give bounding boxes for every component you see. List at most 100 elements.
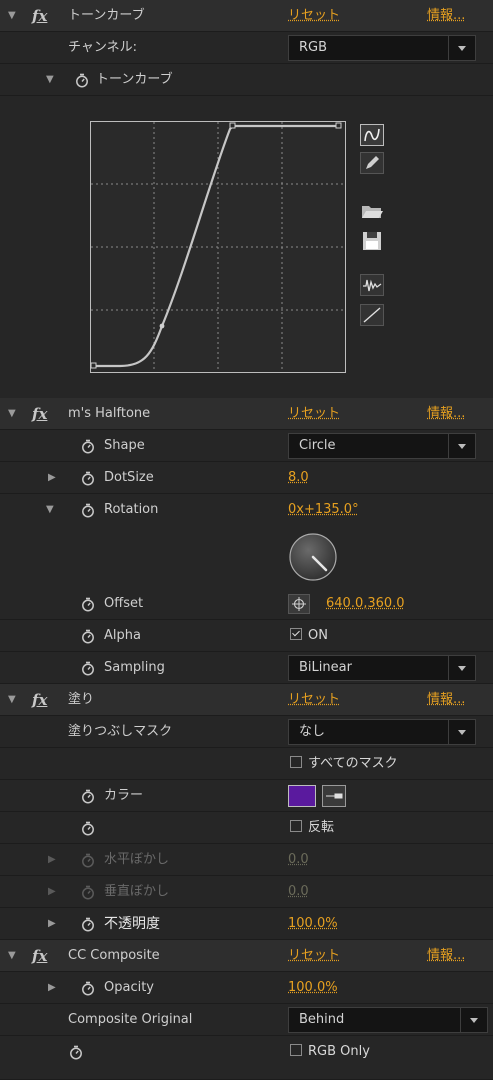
- fx-toggle[interactable]: fx: [32, 684, 47, 716]
- horizontal-feather-row: ▶ 水平ぼかし 0.0: [0, 844, 493, 876]
- twirl-right-icon[interactable]: ▶: [48, 908, 56, 940]
- sampling-value: BiLinear: [299, 660, 352, 675]
- stopwatch-icon[interactable]: [74, 72, 90, 88]
- cc-opacity-row: ▶ Opacity 100.0%: [0, 972, 493, 1004]
- curve-label: トーンカーブ: [96, 72, 173, 87]
- twirl-right-icon[interactable]: ▶: [48, 876, 56, 908]
- dotsize-label: DotSize: [104, 470, 154, 485]
- stopwatch-icon[interactable]: [80, 596, 96, 612]
- about-link[interactable]: 情報...: [427, 940, 465, 972]
- stopwatch-icon[interactable]: [80, 788, 96, 804]
- effect-controls-panel: ▼ fx トーンカーブ リセット 情報... チャンネル: RGB ▼ トーンカ…: [0, 0, 493, 1080]
- offset-row: Offset 640.0,360.0: [0, 588, 493, 620]
- twirl-right-icon[interactable]: ▶: [48, 844, 56, 876]
- cc-opacity-label: Opacity: [104, 980, 155, 995]
- twirl-down-icon[interactable]: ▼: [46, 64, 54, 96]
- all-masks-label: すべてのマスク: [308, 756, 398, 771]
- chevron-down-icon: [448, 36, 475, 60]
- twirl-down-icon[interactable]: ▼: [8, 398, 16, 430]
- cc-opacity-value[interactable]: 100.0%: [288, 972, 338, 1004]
- fx-toggle[interactable]: fx: [32, 0, 47, 32]
- chevron-down-icon: [448, 720, 475, 744]
- fill-opacity-value[interactable]: 100.0%: [288, 908, 338, 940]
- dotsize-value[interactable]: 8.0: [288, 462, 309, 494]
- effect-header-tone-curve: ▼ fx トーンカーブ リセット 情報...: [0, 0, 493, 32]
- alpha-value: ON: [308, 628, 328, 643]
- fx-toggle[interactable]: fx: [32, 398, 47, 430]
- stopwatch-icon[interactable]: [68, 1044, 84, 1060]
- channel-select[interactable]: RGB: [288, 35, 476, 61]
- effect-name: m's Halftone: [68, 406, 151, 421]
- offset-label: Offset: [104, 596, 144, 611]
- reset-link[interactable]: リセット: [288, 684, 340, 716]
- stopwatch-icon[interactable]: [80, 820, 96, 836]
- stopwatch-icon[interactable]: [80, 502, 96, 518]
- folder-open-icon[interactable]: [360, 200, 384, 222]
- alpha-checkbox[interactable]: ON: [290, 620, 328, 652]
- rgb-only-checkbox[interactable]: RGB Only: [290, 1036, 370, 1068]
- rotation-dial-area: [0, 526, 493, 588]
- pencil-icon[interactable]: [360, 152, 384, 174]
- offset-value[interactable]: 640.0,360.0: [326, 588, 405, 620]
- rotation-row: ▼ Rotation 0x+135.0°: [0, 494, 493, 526]
- fx-toggle[interactable]: fx: [32, 940, 47, 972]
- stopwatch-icon[interactable]: [80, 916, 96, 932]
- shape-label: Shape: [104, 438, 145, 453]
- about-link[interactable]: 情報...: [427, 684, 465, 716]
- stopwatch-icon[interactable]: [80, 980, 96, 996]
- about-link[interactable]: 情報...: [427, 0, 465, 32]
- checkbox-unchecked-icon: [290, 756, 302, 768]
- sampling-row: Sampling BiLinear: [0, 652, 493, 684]
- checkbox-checked-icon: [290, 628, 302, 640]
- vertical-feather-label: 垂直ぼかし: [104, 884, 170, 899]
- stopwatch-icon[interactable]: [80, 438, 96, 454]
- stopwatch-icon[interactable]: [80, 470, 96, 486]
- stopwatch-icon[interactable]: [80, 660, 96, 676]
- composite-original-label: Composite Original: [68, 1012, 193, 1027]
- composite-original-select[interactable]: Behind: [288, 1007, 488, 1033]
- twirl-right-icon[interactable]: ▶: [48, 462, 56, 494]
- curve-editor-area: [0, 96, 493, 399]
- sampling-select[interactable]: BiLinear: [288, 655, 476, 681]
- sampling-label: Sampling: [104, 660, 165, 675]
- smooth-curve-icon[interactable]: [360, 274, 384, 296]
- invert-checkbox[interactable]: 反転: [290, 812, 334, 844]
- shape-row: Shape Circle: [0, 430, 493, 462]
- all-masks-checkbox[interactable]: すべてのマスク: [290, 748, 398, 780]
- color-swatch[interactable]: [288, 785, 316, 807]
- curve-graph[interactable]: [90, 121, 346, 373]
- composite-original-value: Behind: [299, 1012, 345, 1027]
- rgb-only-label: RGB Only: [308, 1044, 370, 1059]
- fill-mask-select[interactable]: なし: [288, 719, 476, 745]
- rotation-dial[interactable]: [288, 532, 338, 582]
- fill-opacity-label: 不透明度: [104, 916, 160, 932]
- stopwatch-icon[interactable]: [80, 628, 96, 644]
- save-icon[interactable]: [360, 230, 384, 252]
- eyedropper-icon[interactable]: [322, 785, 346, 807]
- effect-name: 塗り: [68, 692, 95, 707]
- horizontal-feather-value: 0.0: [288, 852, 309, 867]
- twirl-down-icon[interactable]: ▼: [46, 494, 54, 526]
- reset-linear-icon[interactable]: [360, 304, 384, 326]
- reset-link[interactable]: リセット: [288, 0, 340, 32]
- shape-select[interactable]: Circle: [288, 433, 476, 459]
- reset-link[interactable]: リセット: [288, 940, 340, 972]
- effect-name: トーンカーブ: [68, 8, 145, 23]
- dotsize-row: ▶ DotSize 8.0: [0, 462, 493, 494]
- stopwatch-icon: [82, 885, 94, 900]
- curve-row: ▼ トーンカーブ: [0, 64, 493, 96]
- fill-mask-label: 塗りつぶしマスク: [68, 724, 173, 739]
- rotation-value[interactable]: 0x+135.0°: [288, 494, 359, 526]
- vertical-feather-value: 0.0: [288, 884, 309, 899]
- color-label: カラー: [104, 788, 144, 803]
- reset-link[interactable]: リセット: [288, 398, 340, 430]
- curve-tool-bezier-icon[interactable]: [360, 124, 384, 146]
- chevron-down-icon: [448, 656, 475, 680]
- twirl-right-icon[interactable]: ▶: [48, 972, 56, 1004]
- twirl-down-icon[interactable]: ▼: [8, 940, 16, 972]
- about-link[interactable]: 情報...: [427, 398, 465, 430]
- twirl-down-icon[interactable]: ▼: [8, 0, 16, 32]
- crosshair-icon[interactable]: [288, 594, 310, 614]
- checkbox-unchecked-icon: [290, 1044, 302, 1056]
- twirl-down-icon[interactable]: ▼: [8, 684, 16, 716]
